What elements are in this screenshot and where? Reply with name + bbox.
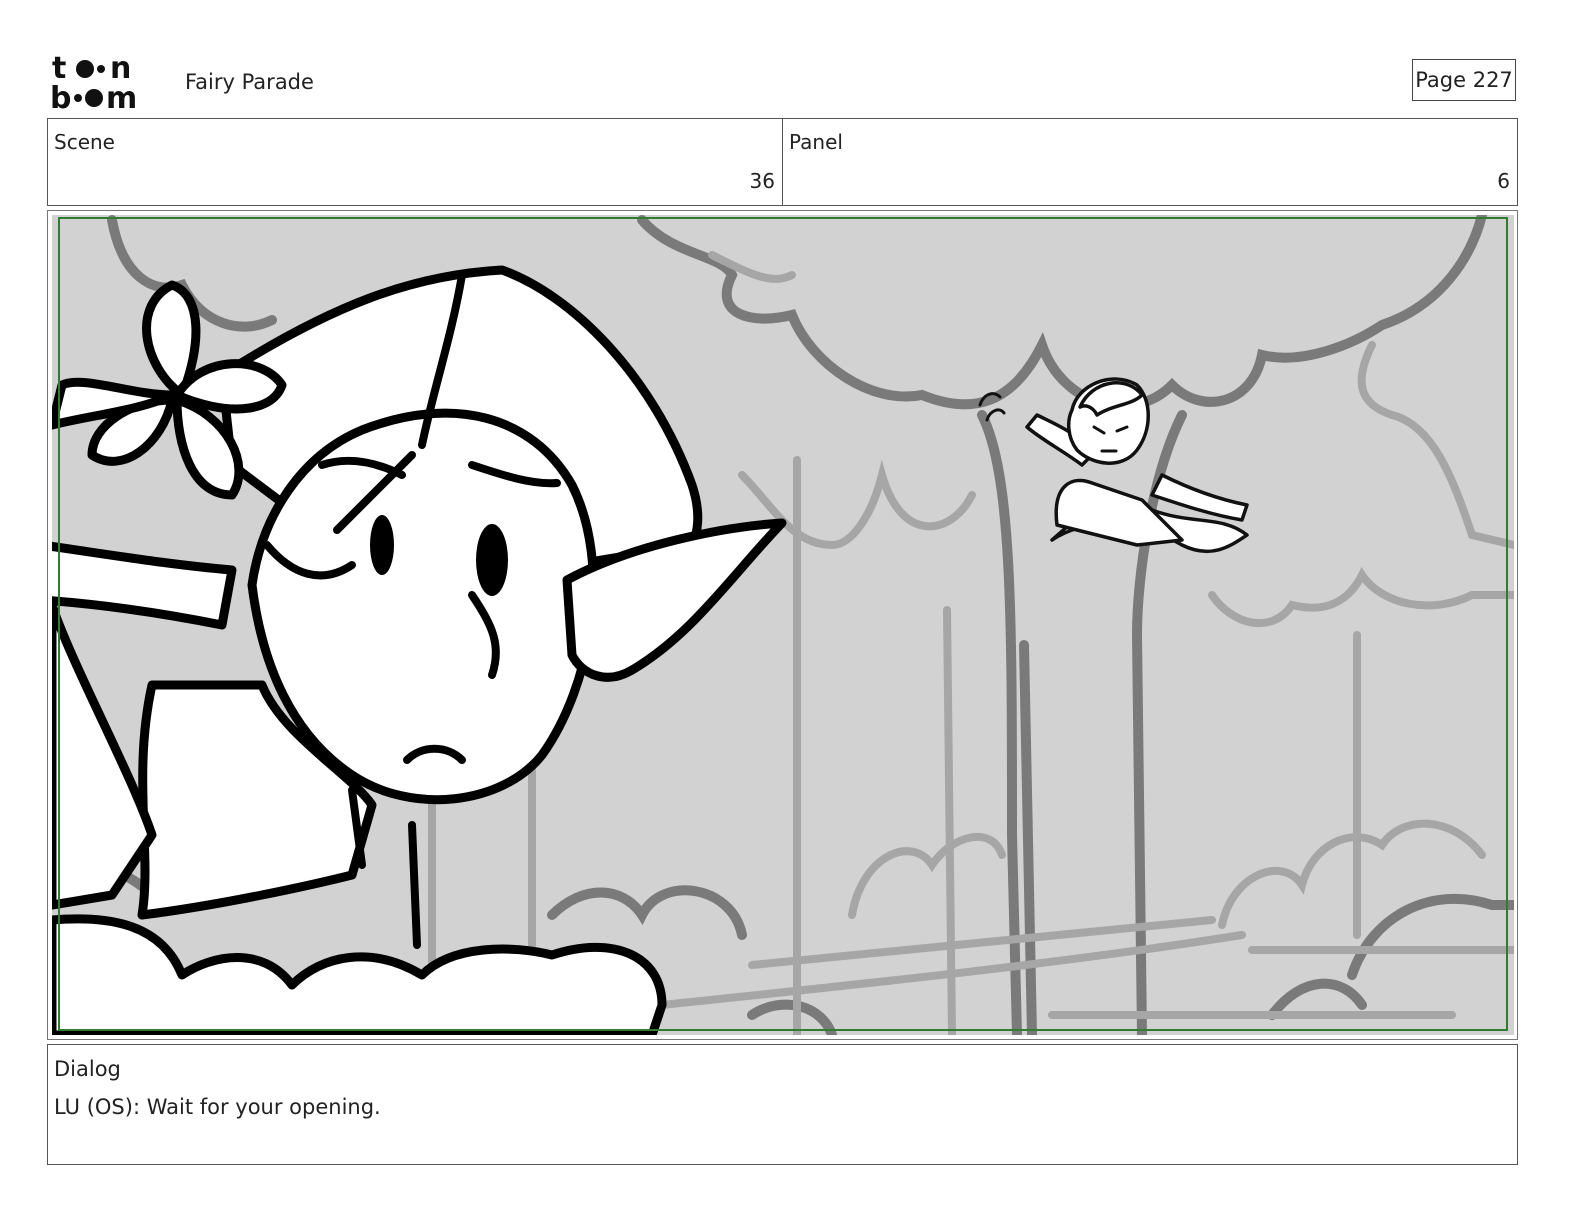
panel-cell: Panel 6 [782,119,1517,205]
storyboard-panel-image [52,215,1514,1035]
scene-panel-info: Scene 36 Panel 6 [47,118,1518,206]
panel-number: 6 [1497,169,1510,193]
panel-label: Panel [789,130,843,154]
scene-label: Scene [54,130,115,154]
project-title: Fairy Parade [185,70,314,94]
scene-number: 36 [749,169,775,193]
page-number: Page 227 [1412,59,1516,101]
dialog-text: LU (OS): Wait for your opening. [54,1095,381,1119]
dialog-label: Dialog [54,1057,121,1081]
svg-text:b: b [50,81,71,110]
toon-boom-logo: t n b m [50,52,137,110]
dialog-box: Dialog LU (OS): Wait for your opening. [47,1044,1518,1165]
scene-cell: Scene 36 [48,119,782,205]
svg-text:m: m [106,81,137,110]
